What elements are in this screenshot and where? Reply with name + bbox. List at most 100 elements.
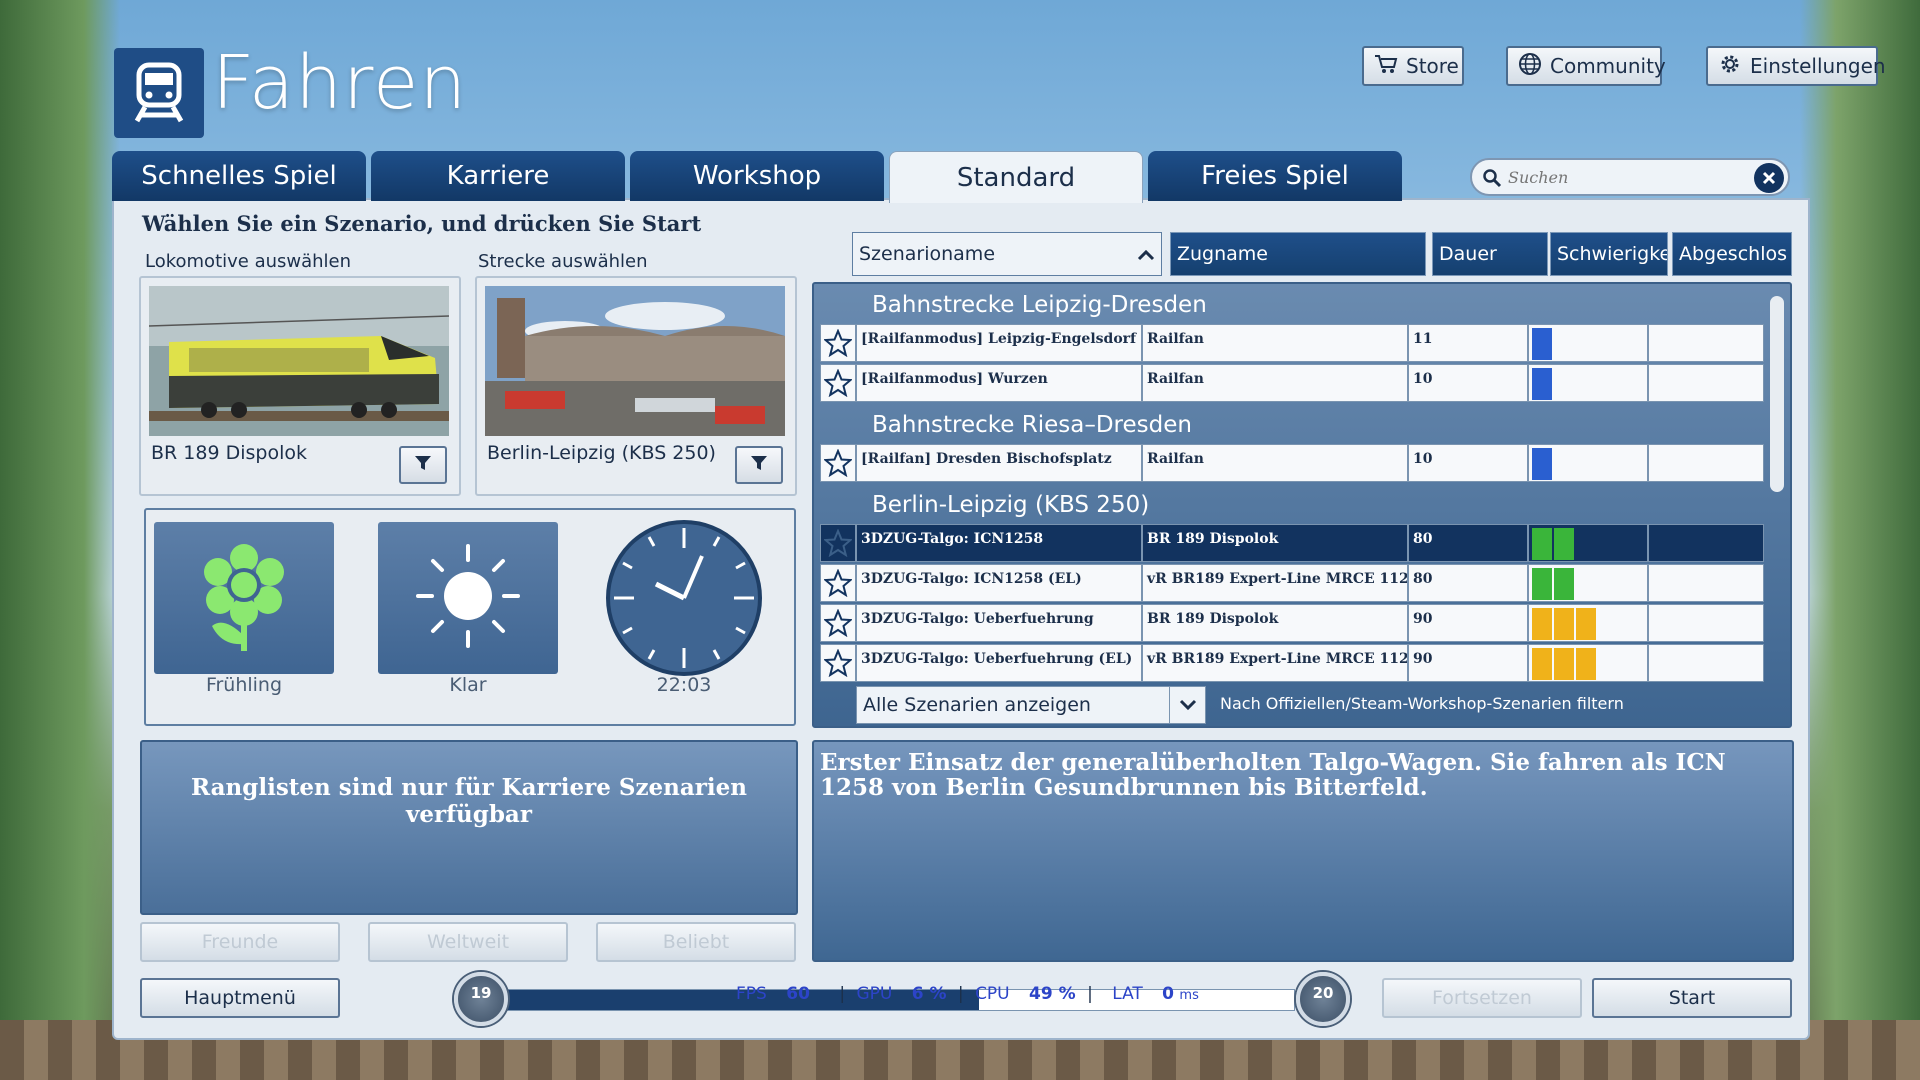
table-row[interactable]: [Railfan] Dresden Bischofsplatz Railfan 10 bbox=[820, 444, 1764, 482]
favorite-star-icon[interactable] bbox=[820, 364, 856, 402]
table-row[interactable]: [Railfanmodus] Wurzen Railfan 10 bbox=[820, 364, 1764, 402]
level-current-badge: 19 bbox=[454, 972, 508, 1026]
cell-scenario: [Railfanmodus] Leipzig-Engelsdorf bbox=[856, 324, 1142, 362]
world-button[interactable]: Weltweit bbox=[368, 922, 568, 962]
clock-icon[interactable] bbox=[604, 518, 764, 678]
favorite-star-icon[interactable] bbox=[820, 564, 856, 602]
favorite-star-icon[interactable] bbox=[820, 644, 856, 682]
cell-scenario: 3DZUG-Talgo: ICN1258 (EL) bbox=[856, 564, 1142, 602]
search-input[interactable] bbox=[1508, 164, 1738, 190]
cell-completed bbox=[1648, 604, 1764, 642]
chevron-down-icon bbox=[1169, 687, 1205, 723]
cell-duration: 10 bbox=[1408, 444, 1528, 482]
loco-name: BR 189 Dispolok bbox=[151, 442, 307, 464]
cell-scenario: 3DZUG-Talgo: Ueberfuehrung bbox=[856, 604, 1142, 642]
background-scenery-left bbox=[0, 0, 120, 1080]
main-menu-button[interactable]: Hauptmenü bbox=[140, 978, 340, 1018]
column-header-train[interactable]: Zugname bbox=[1170, 232, 1426, 276]
store-button[interactable]: Store bbox=[1362, 46, 1464, 86]
tab-career[interactable]: Karriere bbox=[371, 151, 625, 201]
cell-duration: 90 bbox=[1408, 644, 1528, 682]
popular-button[interactable]: Beliebt bbox=[596, 922, 796, 962]
tab-standard[interactable]: Standard bbox=[889, 151, 1143, 203]
fps-value: 60 bbox=[786, 984, 810, 1004]
loco-filter-button[interactable] bbox=[399, 446, 447, 484]
clear-search-icon[interactable] bbox=[1754, 163, 1784, 193]
difficulty-bar bbox=[1554, 608, 1574, 640]
column-header-completed[interactable]: Abgeschlos bbox=[1672, 232, 1792, 276]
cell-train: BR 189 Dispolok bbox=[1142, 604, 1408, 642]
column-header-scenario[interactable]: Szenarioname bbox=[852, 232, 1162, 276]
difficulty-bar bbox=[1532, 328, 1552, 360]
cell-duration: 80 bbox=[1408, 564, 1528, 602]
difficulty-bar bbox=[1576, 608, 1596, 640]
loco-card[interactable]: BR 189 Dispolok bbox=[139, 276, 461, 496]
table-row[interactable]: 3DZUG-Talgo: ICN1258 BR 189 Dispolok 80 bbox=[820, 524, 1764, 562]
globe-icon bbox=[1518, 52, 1542, 81]
background-scenery-right bbox=[1800, 0, 1920, 1080]
gear-icon bbox=[1718, 52, 1742, 81]
tab-quick-game[interactable]: Schnelles Spiel bbox=[112, 151, 366, 201]
cell-train: Railfan bbox=[1142, 444, 1408, 482]
tab-workshop[interactable]: Workshop bbox=[630, 151, 884, 201]
settings-button[interactable]: Einstellungen bbox=[1706, 46, 1886, 86]
cell-completed bbox=[1648, 364, 1764, 402]
table-row[interactable]: [Railfanmodus] Leipzig-Engelsdorf Railfan… bbox=[820, 324, 1764, 362]
scenario-list: Bahnstrecke Leipzig-Dresden [Railfanmodu… bbox=[812, 282, 1792, 728]
route-image bbox=[485, 286, 785, 436]
cell-train: Railfan bbox=[1142, 324, 1408, 362]
fps-label: FPS bbox=[736, 984, 767, 1004]
difficulty-bar bbox=[1554, 568, 1574, 600]
favorite-star-icon[interactable] bbox=[820, 444, 856, 482]
favorite-star-icon[interactable] bbox=[820, 324, 856, 362]
difficulty-bar bbox=[1554, 648, 1574, 680]
cell-duration: 90 bbox=[1408, 604, 1528, 642]
season-tile[interactable] bbox=[154, 522, 334, 674]
scenario-description: Erster Einsatz der generalüberholten Tal… bbox=[812, 740, 1794, 962]
continue-button[interactable]: Fortsetzen bbox=[1382, 978, 1582, 1018]
settings-label: Einstellungen bbox=[1750, 54, 1886, 78]
table-row[interactable]: 3DZUG-Talgo: Ueberfuehrung (EL) vR BR189 … bbox=[820, 644, 1764, 682]
favorite-star-icon[interactable] bbox=[820, 524, 856, 562]
column-header-scenario-label: Szenarioname bbox=[859, 243, 996, 265]
table-row[interactable]: 3DZUG-Talgo: Ueberfuehrung BR 189 Dispolo… bbox=[820, 604, 1764, 642]
cpu-value: 49 % bbox=[1029, 984, 1076, 1004]
difficulty-bar bbox=[1532, 448, 1552, 480]
cell-completed bbox=[1648, 644, 1764, 682]
cell-scenario: 3DZUG-Talgo: ICN1258 bbox=[856, 524, 1142, 562]
gpu-value: 6 % bbox=[911, 984, 947, 1004]
tab-free-play[interactable]: Freies Spiel bbox=[1148, 151, 1402, 201]
store-label: Store bbox=[1406, 54, 1459, 78]
difficulty-bar bbox=[1532, 368, 1552, 400]
group-title: Bahnstrecke Leipzig-Dresden bbox=[872, 292, 1207, 318]
route-card[interactable]: Berlin-Leipzig (KBS 250) bbox=[475, 276, 797, 496]
route-filter-button[interactable] bbox=[735, 446, 783, 484]
cell-difficulty bbox=[1528, 444, 1648, 482]
favorite-star-icon[interactable] bbox=[820, 604, 856, 642]
scenario-filter-dropdown[interactable]: Alle Szenarien anzeigen bbox=[856, 686, 1206, 724]
column-header-duration[interactable]: Dauer bbox=[1432, 232, 1548, 276]
weather-tile[interactable] bbox=[378, 522, 558, 674]
cell-completed bbox=[1648, 444, 1764, 482]
cell-difficulty bbox=[1528, 644, 1648, 682]
instruction-text: Wählen Sie ein Szenario, und drücken Sie… bbox=[142, 211, 702, 236]
cell-difficulty bbox=[1528, 604, 1648, 642]
community-label: Community bbox=[1550, 54, 1666, 78]
list-scrollbar[interactable] bbox=[1770, 296, 1784, 492]
cell-scenario: 3DZUG-Talgo: Ueberfuehrung (EL) bbox=[856, 644, 1142, 682]
difficulty-bar bbox=[1554, 528, 1574, 560]
column-header-difficulty[interactable]: Schwierigke bbox=[1550, 232, 1668, 276]
filter-hint: Nach Offiziellen/Steam-Workshop-Szenarie… bbox=[1220, 694, 1624, 713]
weather-label: Klar bbox=[449, 674, 487, 696]
lat-value: 0 bbox=[1162, 984, 1175, 1004]
cell-scenario: [Railfan] Dresden Bischofsplatz bbox=[856, 444, 1142, 482]
train-icon bbox=[114, 48, 204, 138]
cpu-label: CPU bbox=[975, 984, 1010, 1004]
start-button[interactable]: Start bbox=[1592, 978, 1792, 1018]
table-row[interactable]: 3DZUG-Talgo: ICN1258 (EL) vR BR189 Expert… bbox=[820, 564, 1764, 602]
community-button[interactable]: Community bbox=[1506, 46, 1666, 86]
leaderboard-message: Ranglisten sind nur für Karriere Szenari… bbox=[140, 740, 798, 915]
cell-train: vR BR189 Expert-Line MRCE 112 bbox=[1142, 564, 1408, 602]
cell-duration: 10 bbox=[1408, 364, 1528, 402]
friends-button[interactable]: Freunde bbox=[140, 922, 340, 962]
